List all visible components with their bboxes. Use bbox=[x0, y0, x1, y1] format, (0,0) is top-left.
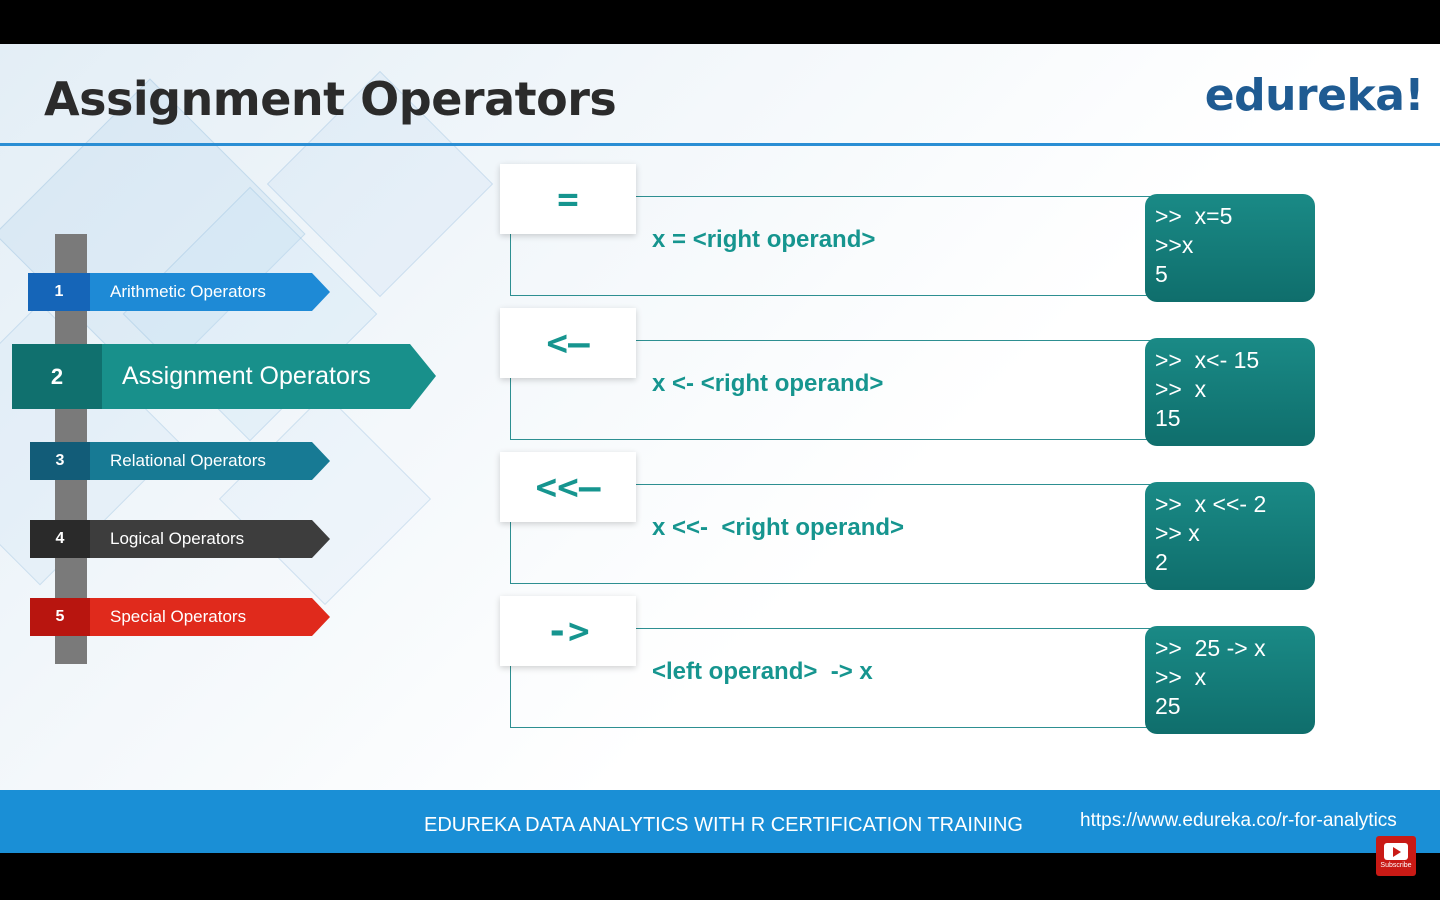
footer-url[interactable]: https://www.edureka.co/r-for-analytics bbox=[1080, 810, 1397, 832]
arrow-tip bbox=[312, 598, 330, 636]
subscribe-label: Subscribe bbox=[1380, 862, 1412, 869]
nav-item-label: Special Operators bbox=[90, 598, 312, 636]
nav-item-number: 2 bbox=[12, 344, 102, 409]
operator-row-equals: = x = <right operand> >> x=5 >>x 5 bbox=[500, 164, 1320, 304]
code-example: >> x <<- 2 >> x 2 bbox=[1145, 482, 1315, 590]
slide-title: Assignment Operators bbox=[44, 72, 617, 126]
arrow-tip bbox=[410, 344, 436, 409]
nav-item-relational-operators[interactable]: 3 Relational Operators bbox=[30, 442, 330, 480]
nav-item-label: Arithmetic Operators bbox=[90, 273, 312, 311]
title-divider bbox=[0, 143, 1440, 146]
operator-row-right-arrow: -> <left operand> -> x >> 25 -> x >> x 2… bbox=[500, 596, 1320, 736]
nav-item-label: Logical Operators bbox=[90, 520, 312, 558]
operator-syntax: x <<- <right operand> bbox=[652, 514, 905, 541]
code-example: >> 25 -> x >> x 25 bbox=[1145, 626, 1315, 734]
nav-item-logical-operators[interactable]: 4 Logical Operators bbox=[30, 520, 330, 558]
code-example: >> x=5 >>x 5 bbox=[1145, 194, 1315, 302]
code-example: >> x<- 15 >> x 15 bbox=[1145, 338, 1315, 446]
nav-item-special-operators[interactable]: 5 Special Operators bbox=[30, 598, 330, 636]
operator-symbol: -> bbox=[500, 596, 636, 666]
operator-row-double-left-arrow: <<– x <<- <right operand> >> x <<- 2 >> … bbox=[500, 452, 1320, 592]
nav-item-number: 4 bbox=[30, 520, 90, 558]
subscribe-button[interactable]: Subscribe bbox=[1376, 836, 1416, 876]
nav-item-number: 3 bbox=[30, 442, 90, 480]
nav-item-label: Assignment Operators bbox=[102, 344, 410, 409]
operator-syntax: x <- <right operand> bbox=[652, 370, 884, 397]
nav-item-number: 5 bbox=[30, 598, 90, 636]
slide-footer: EDUREKA DATA ANALYTICS WITH R CERTIFICAT… bbox=[0, 790, 1440, 853]
footer-course-title: EDUREKA DATA ANALYTICS WITH R CERTIFICAT… bbox=[424, 814, 1023, 836]
video-bottom-letterbox bbox=[0, 853, 1440, 900]
arrow-tip bbox=[312, 520, 330, 558]
nav-item-arithmetic-operators[interactable]: 1 Arithmetic Operators bbox=[28, 273, 330, 311]
slide: Assignment Operators edureka! 1 Arithmet… bbox=[0, 44, 1440, 853]
operator-symbol: <– bbox=[500, 308, 636, 378]
operator-syntax: x = <right operand> bbox=[652, 226, 876, 253]
operator-symbol: <<– bbox=[500, 452, 636, 522]
operator-symbol: = bbox=[500, 164, 636, 234]
video-top-letterbox bbox=[0, 0, 1440, 44]
nav-item-assignment-operators[interactable]: 2 Assignment Operators bbox=[12, 344, 436, 409]
arrow-tip bbox=[312, 442, 330, 480]
youtube-play-icon bbox=[1384, 843, 1408, 860]
arrow-tip bbox=[312, 273, 330, 311]
nav-item-label: Relational Operators bbox=[90, 442, 312, 480]
operator-syntax: <left operand> -> x bbox=[652, 658, 873, 685]
nav-item-number: 1 bbox=[28, 273, 90, 311]
operator-row-left-arrow: <– x <- <right operand> >> x<- 15 >> x 1… bbox=[500, 308, 1320, 448]
edureka-logo: edureka! bbox=[1204, 70, 1425, 121]
